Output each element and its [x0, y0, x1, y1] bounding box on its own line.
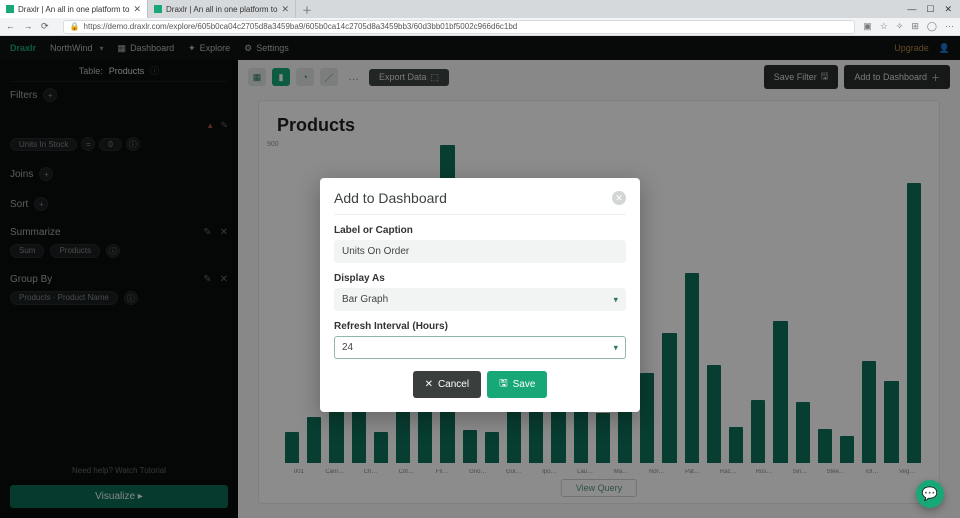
refresh-interval-select[interactable]: 24 [334, 336, 626, 359]
url-field[interactable]: 🔒 https://demo.draxlr.com/explore/605b0c… [63, 20, 856, 34]
menu-icon[interactable]: ⋯ [945, 21, 954, 32]
profile-icon[interactable]: ◯ [927, 21, 937, 32]
save-icon: 🖫 [499, 376, 508, 393]
add-to-dashboard-modal: Add to Dashboard ✕ Label or Caption Disp… [320, 178, 640, 412]
collections-icon[interactable]: ⊞ [911, 21, 919, 32]
browser-tab[interactable]: Draxlr | An all in one platform to ✕ [0, 0, 148, 18]
modal-overlay[interactable]: Add to Dashboard ✕ Label or Caption Disp… [0, 36, 960, 518]
window-close[interactable]: ✕ [944, 4, 952, 15]
extensions-icon[interactable]: ✧ [896, 21, 904, 32]
favorite-icon[interactable]: ☆ [880, 21, 888, 32]
browser-tab[interactable]: Draxlr | An all in one platform to ✕ [148, 0, 296, 18]
close-icon: ✕ [425, 379, 433, 390]
close-icon[interactable]: ✕ [281, 4, 289, 15]
browser-tab-strip: Draxlr | An all in one platform to ✕ Dra… [0, 0, 960, 18]
window-minimize[interactable]: — [907, 4, 916, 15]
cancel-button[interactable]: ✕Cancel [413, 371, 482, 398]
display-as-label: Display As [334, 273, 626, 284]
save-button[interactable]: 🖫Save [487, 371, 547, 398]
forward-icon[interactable]: → [24, 21, 33, 31]
tab-favicon [154, 5, 162, 13]
tab-favicon [6, 5, 14, 13]
reader-icon[interactable]: ▣ [863, 21, 872, 32]
refresh-interval-label: Refresh Interval (Hours) [334, 321, 626, 332]
tab-title: Draxlr | An all in one platform to [18, 5, 129, 14]
tab-title: Draxlr | An all in one platform to [166, 5, 277, 14]
back-icon[interactable]: ← [6, 21, 15, 31]
lock-icon: 🔒 [70, 22, 80, 31]
new-tab-button[interactable]: ＋ [296, 2, 318, 17]
close-icon[interactable]: ✕ [133, 4, 141, 15]
reload-icon[interactable]: ⟳ [41, 21, 49, 31]
label-caption-label: Label or Caption [334, 225, 626, 236]
window-maximize[interactable]: ☐ [926, 4, 934, 15]
display-as-select[interactable]: Bar Graph [334, 288, 626, 311]
url-text: https://demo.draxlr.com/explore/605b0ca0… [84, 22, 518, 31]
close-icon[interactable]: ✕ [612, 191, 626, 205]
browser-address-bar: ← → ⟳ 🔒 https://demo.draxlr.com/explore/… [0, 18, 960, 36]
chat-widget[interactable]: 💬 [916, 480, 944, 508]
label-caption-input[interactable] [334, 240, 626, 263]
modal-title: Add to Dashboard [334, 190, 447, 206]
